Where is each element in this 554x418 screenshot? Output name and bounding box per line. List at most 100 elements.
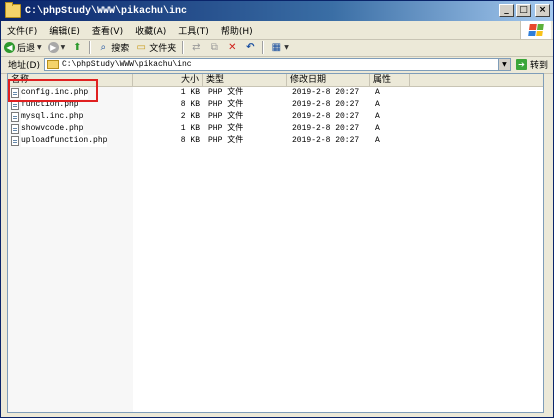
file-row[interactable]: function.php 8 KB PHP 文件 2019-2-8 20:27 … [8, 99, 543, 111]
column-header-name[interactable]: 名称 [8, 74, 133, 86]
toolbar: ◀ 后退 ▼ ▶ ▼ ⬆ ⌕ 搜索 ▭ 文件夹 ⇄ ⧉ ✕ ↶ ▦ ▼ [1, 39, 553, 57]
go-button[interactable]: ➔ 转到 [515, 58, 548, 71]
file-type: PHP 文件 [208, 124, 244, 133]
views-button[interactable]: ▦ ▼ [267, 40, 292, 55]
explorer-window: C:\phpStudy\WWW\pikachu\inc _ □ × 文件(F) … [0, 0, 554, 418]
forward-arrow-icon: ▶ [47, 42, 59, 53]
file-type: PHP 文件 [208, 88, 244, 97]
toolbar-separator [89, 41, 92, 54]
file-date: 2019-2-8 20:27 [292, 88, 360, 97]
up-folder-icon: ⬆ [73, 42, 82, 53]
php-file-icon [11, 88, 19, 98]
windows-flag-icon [528, 24, 544, 36]
file-size: 8 KB [180, 100, 200, 109]
menu-bar: 文件(F) 编辑(E) 查看(V) 收藏(A) 工具(T) 帮助(H) [1, 21, 553, 40]
window-title: C:\phpStudy\WWW\pikachu\inc [25, 5, 188, 17]
delete-icon: ✕ [228, 42, 237, 53]
views-icon: ▦ [271, 42, 282, 53]
menu-view[interactable]: 查看(V) [86, 24, 129, 37]
go-label: 转到 [529, 61, 548, 71]
copy-to-icon: ⧉ [210, 42, 218, 53]
file-attr: A [375, 124, 380, 133]
search-button[interactable]: ⌕ 搜索 [94, 40, 132, 55]
up-button[interactable]: ⬆ [68, 40, 86, 55]
forward-button[interactable]: ▶ ▼ [45, 40, 69, 55]
folder-icon [46, 60, 59, 69]
php-file-icon [11, 112, 19, 122]
file-size: 1 KB [180, 88, 200, 97]
php-file-icon [11, 124, 19, 134]
address-bar: 地址(D) C:\phpStudy\WWW\pikachu\inc ▼ ➔ 转到 [1, 56, 553, 74]
menu-favorites[interactable]: 收藏(A) [129, 24, 172, 37]
file-row[interactable]: showvcode.php 1 KB PHP 文件 2019-2-8 20:27… [8, 123, 543, 135]
window-controls: _ □ × [499, 4, 550, 17]
file-attr: A [375, 100, 380, 109]
file-name-cell: mysql.inc.php [11, 111, 84, 123]
file-name: uploadfunction.php [21, 135, 108, 147]
column-header-attr[interactable]: 属性 [370, 74, 410, 86]
windows-logo [520, 21, 551, 39]
file-size: 1 KB [180, 124, 200, 133]
column-header-size[interactable]: 大小 [133, 74, 203, 86]
file-name: config.inc.php [21, 87, 89, 99]
file-date: 2019-2-8 20:27 [292, 124, 360, 133]
address-label: 地址(D) [8, 61, 40, 71]
file-attr: A [375, 112, 380, 121]
views-dropdown-icon[interactable]: ▼ [284, 44, 289, 51]
file-name: showvcode.php [21, 123, 84, 135]
back-button[interactable]: ◀ 后退 ▼ [1, 40, 45, 55]
php-file-icon [11, 100, 19, 110]
file-attr: A [375, 88, 380, 97]
undo-button[interactable]: ↶ [241, 40, 259, 55]
toolbar-separator [182, 41, 185, 54]
forward-dropdown-icon[interactable]: ▼ [61, 44, 66, 51]
menu-help[interactable]: 帮助(H) [215, 24, 259, 37]
folders-button[interactable]: ▭ 文件夹 [132, 40, 179, 55]
file-date: 2019-2-8 20:27 [292, 136, 360, 145]
file-name-cell: function.php [11, 99, 79, 111]
file-list[interactable]: 名称 大小 类型 修改日期 属性 config.inc.php 1 KB PHP… [7, 73, 544, 413]
php-file-icon [11, 136, 19, 146]
back-label: 后退 [17, 44, 36, 54]
file-type: PHP 文件 [208, 112, 244, 121]
folders-icon: ▭ [136, 42, 146, 53]
folder-icon [5, 2, 21, 18]
delete-button[interactable]: ✕ [223, 40, 241, 55]
menu-tools[interactable]: 工具(T) [172, 24, 215, 37]
minimize-button[interactable]: _ [499, 4, 514, 17]
file-type: PHP 文件 [208, 136, 244, 145]
search-icon: ⌕ [100, 42, 107, 53]
address-value: C:\phpStudy\WWW\pikachu\inc [61, 60, 192, 69]
column-header-type[interactable]: 类型 [203, 74, 287, 86]
file-date: 2019-2-8 20:27 [292, 112, 360, 121]
file-name-cell: config.inc.php [11, 87, 89, 99]
menu-edit[interactable]: 编辑(E) [43, 24, 86, 37]
file-name-cell: uploadfunction.php [11, 135, 108, 147]
column-header-date[interactable]: 修改日期 [287, 74, 370, 86]
address-dropdown-icon[interactable]: ▼ [497, 59, 510, 70]
file-date: 2019-2-8 20:27 [292, 100, 360, 109]
file-size: 2 KB [180, 112, 200, 121]
file-attr: A [375, 136, 380, 145]
file-row[interactable]: uploadfunction.php 8 KB PHP 文件 2019-2-8 … [8, 135, 543, 147]
move-to-button[interactable]: ⇄ [187, 40, 205, 55]
close-button[interactable]: × [535, 4, 550, 17]
go-arrow-icon: ➔ [515, 59, 527, 70]
maximize-button[interactable]: □ [516, 4, 531, 17]
title-bar[interactable]: C:\phpStudy\WWW\pikachu\inc _ □ × [1, 1, 553, 21]
undo-icon: ↶ [246, 42, 255, 53]
menu-file[interactable]: 文件(F) [1, 24, 43, 37]
folders-label: 文件夹 [149, 44, 177, 54]
copy-to-button[interactable]: ⧉ [205, 40, 223, 55]
search-label: 搜索 [111, 44, 130, 54]
address-input[interactable]: C:\phpStudy\WWW\pikachu\inc ▼ [43, 58, 511, 71]
list-header: 名称 大小 类型 修改日期 属性 [8, 74, 543, 87]
file-type: PHP 文件 [208, 100, 244, 109]
file-name: function.php [21, 99, 79, 111]
back-arrow-icon: ◀ [4, 42, 15, 53]
file-rows: config.inc.php 1 KB PHP 文件 2019-2-8 20:2… [8, 87, 543, 147]
back-dropdown-icon[interactable]: ▼ [37, 44, 42, 51]
file-row[interactable]: config.inc.php 1 KB PHP 文件 2019-2-8 20:2… [8, 87, 543, 99]
file-size: 8 KB [180, 136, 200, 145]
file-row[interactable]: mysql.inc.php 2 KB PHP 文件 2019-2-8 20:27… [8, 111, 543, 123]
